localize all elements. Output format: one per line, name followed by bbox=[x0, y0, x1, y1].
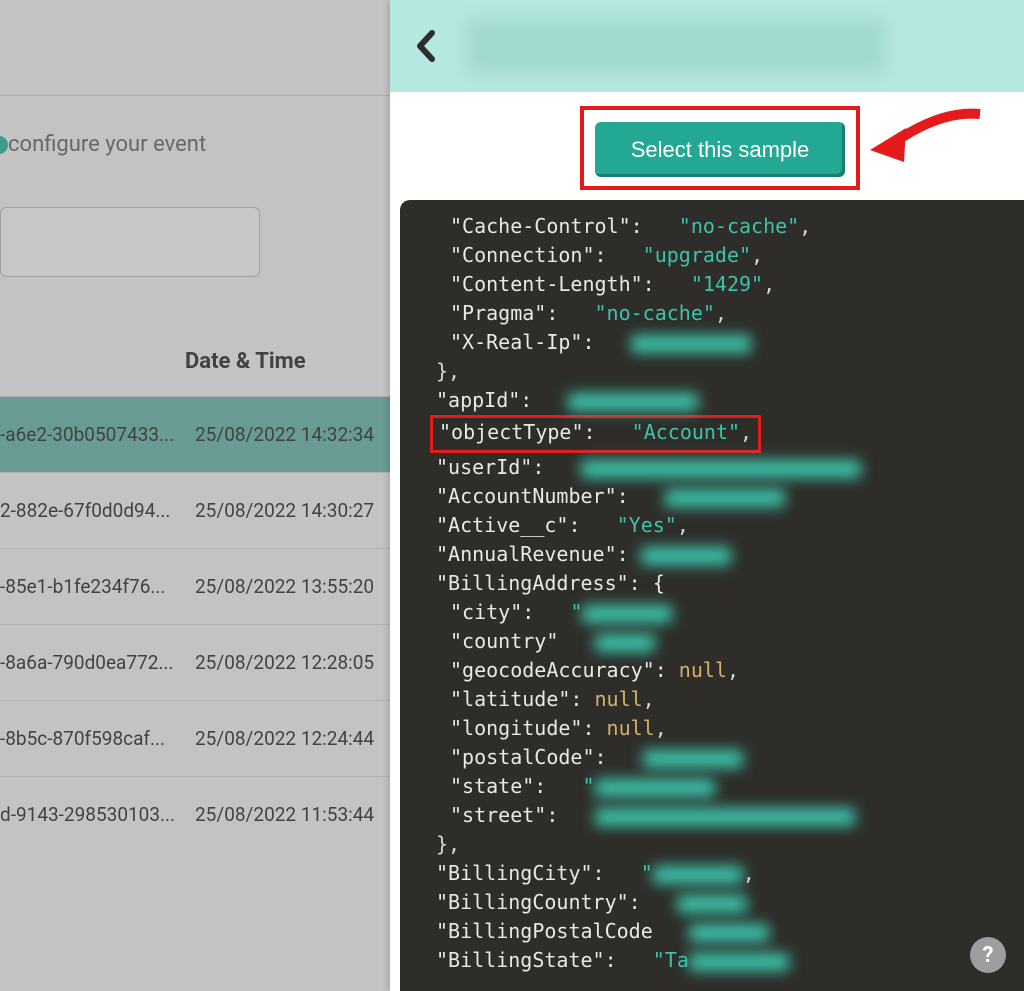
row-datetime: 25/08/2022 12:28:05 bbox=[195, 651, 374, 674]
blurred-value bbox=[665, 489, 785, 507]
row-datetime: 25/08/2022 14:30:27 bbox=[195, 499, 374, 522]
code-key: "Pragma": bbox=[450, 301, 558, 325]
blurred-value bbox=[595, 779, 715, 797]
code-key: "BillingCity": bbox=[436, 861, 605, 885]
row-id: -a6e2-30b0507433... bbox=[0, 423, 195, 446]
configure-text: configure your event bbox=[8, 132, 206, 157]
code-key: "AccountNumber": bbox=[436, 484, 629, 508]
code-val: "Ta bbox=[653, 948, 689, 972]
row-id: -85e1-b1fe234f76... bbox=[0, 575, 195, 598]
code-key: "X-Real-Ip": bbox=[450, 330, 595, 354]
left-panel: configure your event Date & Time -a6e2-3… bbox=[0, 0, 390, 991]
blurred-value bbox=[689, 953, 789, 971]
row-id: -8b5c-870f598caf... bbox=[0, 727, 195, 750]
row-id: -8a6a-790d0ea772... bbox=[0, 651, 195, 674]
filter-input[interactable] bbox=[0, 207, 260, 277]
table-row[interactable]: -8b5c-870f598caf...25/08/2022 12:24:44 bbox=[0, 700, 390, 776]
table-row[interactable]: -8a6a-790d0ea772...25/08/2022 12:28:05 bbox=[0, 624, 390, 700]
code-key: "latitude": bbox=[450, 687, 582, 711]
code-key: "geocodeAccuracy": bbox=[450, 658, 667, 682]
blurred-value bbox=[643, 750, 743, 768]
code-key: "BillingCountry": bbox=[436, 890, 641, 914]
row-id: 2-882e-67f0d0d94... bbox=[0, 499, 195, 522]
code-null: null bbox=[679, 658, 727, 682]
status-dot-icon bbox=[0, 136, 8, 154]
blurred-value bbox=[641, 547, 731, 565]
code-val: "Account" bbox=[632, 420, 740, 444]
code-key: "Active__c": bbox=[436, 513, 581, 537]
table-row[interactable]: 2-882e-67f0d0d94...25/08/2022 14:30:27 bbox=[0, 472, 390, 548]
code-val: "no-cache" bbox=[679, 214, 799, 238]
back-button[interactable] bbox=[406, 26, 446, 66]
code-key: "objectType": bbox=[439, 420, 596, 444]
code-val: "upgrade" bbox=[643, 243, 751, 267]
blurred-value bbox=[677, 895, 747, 913]
blurred-value bbox=[568, 393, 698, 411]
table-row[interactable]: d-9143-298530103...25/08/2022 11:53:44 bbox=[0, 776, 390, 852]
blurred-value bbox=[582, 605, 672, 623]
left-top-spacer bbox=[0, 0, 390, 96]
code-key: "Content-Length": bbox=[450, 272, 655, 296]
code-key: "AnnualRevenue": bbox=[436, 542, 629, 566]
blurred-value bbox=[689, 924, 769, 942]
code-key: "longitude": bbox=[450, 716, 595, 740]
code-key: "BillingState": bbox=[436, 948, 617, 972]
json-sample-code: "Cache-Control": "no-cache", "Connection… bbox=[400, 200, 1024, 991]
blurred-value bbox=[595, 808, 855, 826]
code-key: "country" bbox=[450, 629, 558, 653]
chevron-left-icon bbox=[415, 30, 437, 62]
blurred-value bbox=[581, 460, 861, 478]
code-key: "BillingPostalCode bbox=[436, 919, 653, 943]
configure-row: configure your event bbox=[0, 132, 390, 157]
code-key: "city": bbox=[450, 600, 534, 624]
code-key: "appId": bbox=[436, 388, 532, 412]
select-sample-button[interactable]: Select this sample bbox=[595, 122, 845, 177]
row-datetime: 25/08/2022 11:53:44 bbox=[195, 803, 374, 826]
annotation-inline-highlight: "objectType": "Account", bbox=[430, 415, 761, 453]
select-zone: Select this sample bbox=[390, 92, 1024, 200]
table-row[interactable]: -85e1-b1fe234f76...25/08/2022 13:55:20 bbox=[0, 548, 390, 624]
code-key: "postalCode": bbox=[450, 745, 607, 769]
right-header bbox=[390, 0, 1024, 92]
code-key: "userId": bbox=[436, 455, 544, 479]
code-val: "1429" bbox=[691, 272, 763, 296]
blurred-value bbox=[631, 335, 751, 353]
blurred-value bbox=[653, 866, 743, 884]
code-val: "Yes" bbox=[617, 513, 677, 537]
blurred-value bbox=[595, 634, 655, 652]
code-null: null bbox=[607, 716, 655, 740]
code-key: "street": bbox=[450, 803, 558, 827]
row-datetime: 25/08/2022 12:24:44 bbox=[195, 727, 374, 750]
code-val: "no-cache" bbox=[595, 301, 715, 325]
left-section: configure your event Date & Time -a6e2-3… bbox=[0, 96, 390, 852]
code-key: "Cache-Control": bbox=[450, 214, 643, 238]
row-datetime: 25/08/2022 13:55:20 bbox=[195, 575, 374, 598]
row-datetime: 25/08/2022 14:32:34 bbox=[195, 423, 374, 446]
code-null: null bbox=[595, 687, 643, 711]
sample-title-blurred bbox=[466, 18, 886, 74]
code-key: "state": bbox=[450, 774, 546, 798]
code-brace: }, bbox=[436, 357, 1024, 386]
code-key: "BillingAddress": { bbox=[436, 571, 665, 595]
code-key: "Connection": bbox=[450, 243, 607, 267]
table-row[interactable]: -a6e2-30b0507433...25/08/2022 14:32:34 bbox=[0, 396, 390, 472]
column-header-datetime: Date & Time bbox=[0, 327, 390, 396]
event-table: -a6e2-30b0507433...25/08/2022 14:32:342-… bbox=[0, 396, 390, 852]
help-button[interactable]: ? bbox=[970, 937, 1006, 973]
row-id: d-9143-298530103... bbox=[0, 803, 195, 826]
code-brace: }, bbox=[436, 830, 1024, 859]
